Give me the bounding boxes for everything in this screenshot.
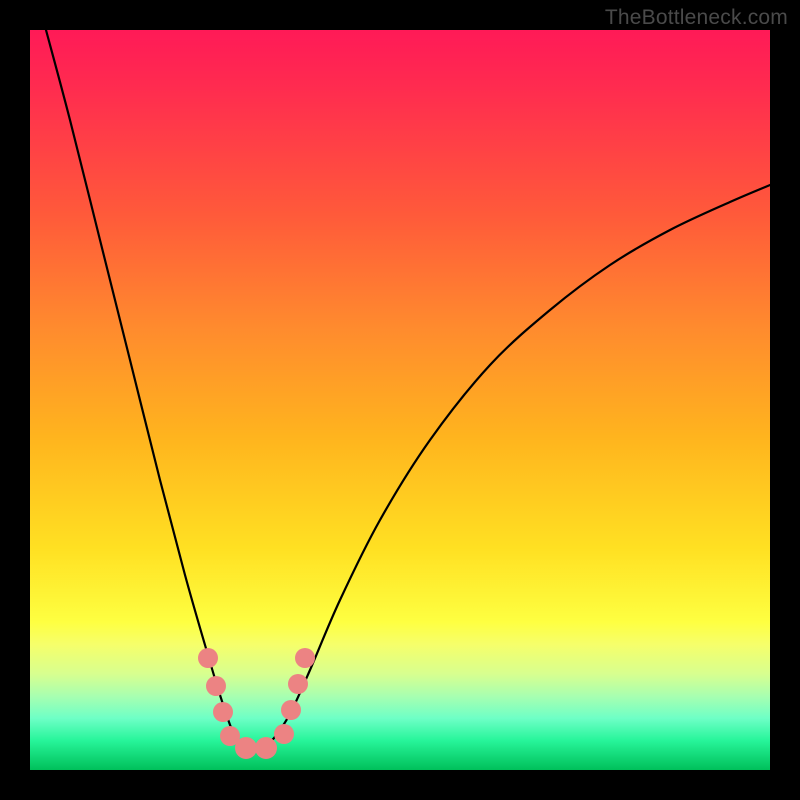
salmon-cap-marker — [198, 648, 218, 668]
salmon-cap-marker — [206, 676, 226, 696]
salmon-cap-marker — [235, 737, 257, 759]
salmon-cap-marker — [213, 702, 233, 722]
marker-group — [198, 648, 315, 759]
salmon-cap-marker — [295, 648, 315, 668]
chart-svg — [30, 30, 770, 770]
salmon-cap-marker — [255, 737, 277, 759]
chart-frame — [30, 30, 770, 770]
bottleneck-curve — [46, 30, 770, 751]
salmon-cap-marker — [288, 674, 308, 694]
watermark-text: TheBottleneck.com — [605, 6, 788, 30]
salmon-cap-marker — [281, 700, 301, 720]
salmon-cap-marker — [274, 724, 294, 744]
